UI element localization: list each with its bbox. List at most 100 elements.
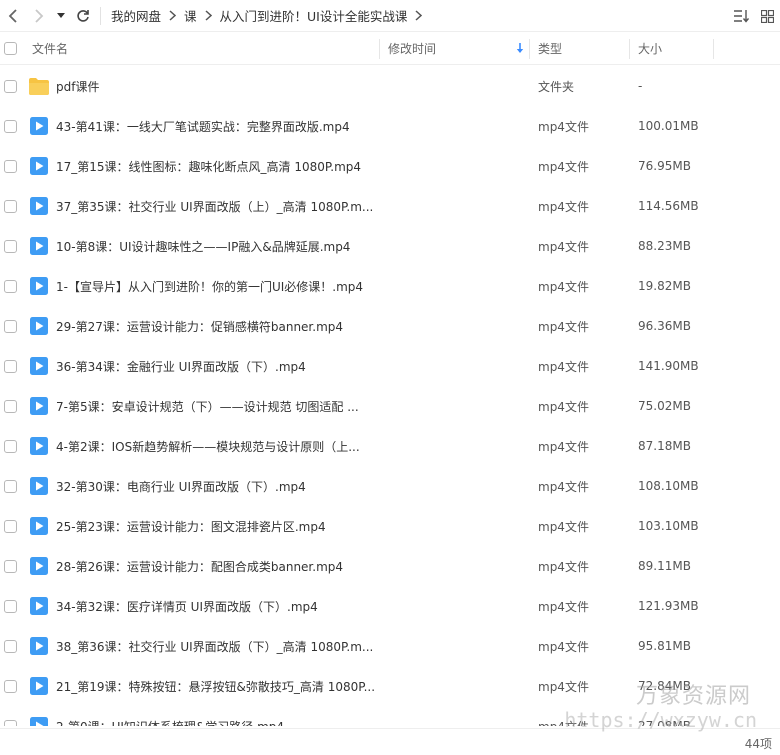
row-select-cell [0,79,26,93]
file-list: pdf课件 文件夹 - 43-第41课：一线大厂笔试题实战：完整界面改版.mp4 mp4… [0,66,780,726]
row-checkbox[interactable] [4,159,17,173]
file-name[interactable]: 21_第19课：特殊按钮：悬浮按钮&弥散技巧_高清 1080P... [52,678,380,695]
video-file-icon [26,117,52,135]
column-header-size[interactable]: 大小 [630,33,714,65]
file-name[interactable]: 7-第5课：安卓设计规范（下）——设计规范 切图适配 ... [52,398,380,415]
row-checkbox[interactable] [4,119,17,133]
file-size: 114.56MB [638,199,699,213]
file-name[interactable]: 17_第15课：线性图标：趣味化断点风_高清 1080P.mp4 [52,158,380,175]
file-row[interactable]: 37_第35课：社交行业 UI界面改版（上）_高清 1080P.m... mp4文… [0,186,780,226]
row-checkbox[interactable] [4,439,17,453]
row-select-cell [0,159,26,173]
row-checkbox[interactable] [4,559,17,573]
file-type: mp4文件 [538,599,589,614]
grid-view-button[interactable] [754,0,780,32]
file-type: mp4文件 [538,319,589,334]
column-header-type[interactable]: 类型 [530,33,630,65]
file-row[interactable]: 32-第30课：电商行业 UI界面改版（下）.mp4 mp4文件 108.10MB [0,466,780,506]
row-select-cell [0,359,26,373]
file-type: mp4文件 [538,359,589,374]
file-size: 96.36MB [638,319,691,333]
column-header-name-label: 文件名 [32,42,69,56]
row-checkbox[interactable] [4,479,17,493]
sort-order-button[interactable] [728,0,754,32]
file-row[interactable]: 17_第15课：线性图标：趣味化断点风_高清 1080P.mp4 mp4文件 76.… [0,146,780,186]
file-name[interactable]: 38_第36课：社交行业 UI界面改版（下）_高清 1080P.m... [52,638,380,655]
breadcrumb-item-my-drive[interactable]: 我的网盘 [111,6,161,25]
file-row[interactable]: 25-第23课：运营设计能力：图文混排瓷片区.mp4 mp4文件 103.10MB [0,506,780,546]
file-size: 75.02MB [638,399,691,413]
row-checkbox[interactable] [4,239,17,253]
file-type: mp4文件 [538,679,589,694]
file-row[interactable]: 36-第34课：金融行业 UI界面改版（下）.mp4 mp4文件 141.90MB [0,346,780,386]
row-checkbox[interactable] [4,279,17,293]
file-type: mp4文件 [538,399,589,414]
file-row[interactable]: 38_第36课：社交行业 UI界面改版（下）_高清 1080P.m... mp4文… [0,626,780,666]
file-size: 108.10MB [638,479,699,493]
row-checkbox[interactable] [4,639,17,653]
file-name[interactable]: pdf课件 [52,78,380,95]
row-checkbox[interactable] [4,359,17,373]
file-type: mp4文件 [538,639,589,654]
file-name[interactable]: 10-第8课：UI设计趣味性之——IP融入&品牌延展.mp4 [52,238,380,255]
file-name[interactable]: 34-第32课：医疗详情页 UI界面改版（下）.mp4 [52,598,380,615]
row-checkbox[interactable] [4,599,17,613]
file-row[interactable]: 2-第0课：UI知识体系梳理&学习路径.mp4 mp4文件 27.08MB [0,706,780,726]
row-select-cell [0,399,26,413]
file-row[interactable]: 1-【宣导片】从入门到进阶！你的第一门UI必修课！.mp4 mp4文件 19.82M… [0,266,780,306]
file-row[interactable]: 28-第26课：运营设计能力：配图合成类banner.mp4 mp4文件 89.11… [0,546,780,586]
status-bar: 44项 [0,728,780,755]
file-row[interactable]: 7-第5课：安卓设计规范（下）——设计规范 切图适配 ... mp4文件 75.02… [0,386,780,426]
video-file-icon [26,157,52,175]
row-select-cell [0,599,26,613]
select-all-checkbox[interactable] [4,42,17,55]
file-name[interactable]: 36-第34课：金融行业 UI界面改版（下）.mp4 [52,358,380,375]
row-checkbox[interactable] [4,679,17,693]
file-name[interactable]: 29-第27课：运营设计能力：促销感横符banner.mp4 [52,318,380,335]
row-checkbox[interactable] [4,319,17,333]
file-name[interactable]: 4-第2课：IOS新趋势解析——模块规范与设计原则（上... [52,438,380,455]
history-dropdown-button[interactable] [52,0,70,32]
video-file-icon [26,597,52,615]
refresh-button[interactable] [70,0,96,32]
header-select-all [0,33,26,65]
file-name[interactable]: 32-第30课：电商行业 UI界面改版（下）.mp4 [52,478,380,495]
chevron-left-icon [8,8,17,23]
video-file-icon [26,677,52,695]
column-header-name[interactable]: 文件名 [26,33,380,65]
row-checkbox[interactable] [4,199,17,213]
file-name[interactable]: 37_第35课：社交行业 UI界面改版（上）_高清 1080P.m... [52,198,380,215]
breadcrumb: 我的网盘 课 从入门到进阶！UI设计全能实战课 [111,6,430,25]
file-row[interactable]: 34-第32课：医疗详情页 UI界面改版（下）.mp4 mp4文件 121.93MB [0,586,780,626]
file-name[interactable]: 28-第26课：运营设计能力：配图合成类banner.mp4 [52,558,380,575]
chevron-right-icon[interactable] [415,10,423,21]
file-name[interactable]: 1-【宣导片】从入门到进阶！你的第一门UI必修课！.mp4 [52,278,380,295]
breadcrumb-item-current-folder[interactable]: 从入门到进阶！UI设计全能实战课 [220,6,408,25]
file-row[interactable]: 10-第8课：UI设计趣味性之——IP融入&品牌延展.mp4 mp4文件 88.23… [0,226,780,266]
breadcrumb-item-course[interactable]: 课 [184,6,197,25]
file-type: mp4文件 [538,199,589,214]
view-controls [728,0,780,32]
file-row[interactable]: 29-第27课：运营设计能力：促销感横符banner.mp4 mp4文件 96.36… [0,306,780,346]
file-row[interactable]: 21_第19课：特殊按钮：悬浮按钮&弥散技巧_高清 1080P... mp4文件 7… [0,666,780,706]
row-checkbox[interactable] [4,399,17,413]
row-checkbox[interactable] [4,519,17,533]
column-header-modified[interactable]: 修改时间 [380,33,530,65]
file-name[interactable]: 25-第23课：运营设计能力：图文混排瓷片区.mp4 [52,518,380,535]
row-checkbox[interactable] [4,719,17,726]
video-file-icon [26,317,52,335]
column-header-size-label: 大小 [638,42,663,56]
file-name[interactable]: 2-第0课：UI知识体系梳理&学习路径.mp4 [52,718,380,727]
video-file-icon [26,717,52,726]
row-select-cell [0,719,26,726]
file-row[interactable]: 4-第2课：IOS新趋势解析——模块规范与设计原则（上... mp4文件 87.18… [0,426,780,466]
forward-button[interactable] [26,0,52,32]
chevron-right-icon [205,10,212,21]
file-type: mp4文件 [538,559,589,574]
file-row[interactable]: 43-第41课：一线大厂笔试题实战：完整界面改版.mp4 mp4文件 100.01M… [0,106,780,146]
file-name[interactable]: 43-第41课：一线大厂笔试题实战：完整界面改版.mp4 [52,118,380,135]
back-button[interactable] [0,0,26,32]
column-header-type-label: 类型 [538,42,563,56]
folder-row[interactable]: pdf课件 文件夹 - [0,66,780,106]
row-checkbox[interactable] [4,79,17,93]
